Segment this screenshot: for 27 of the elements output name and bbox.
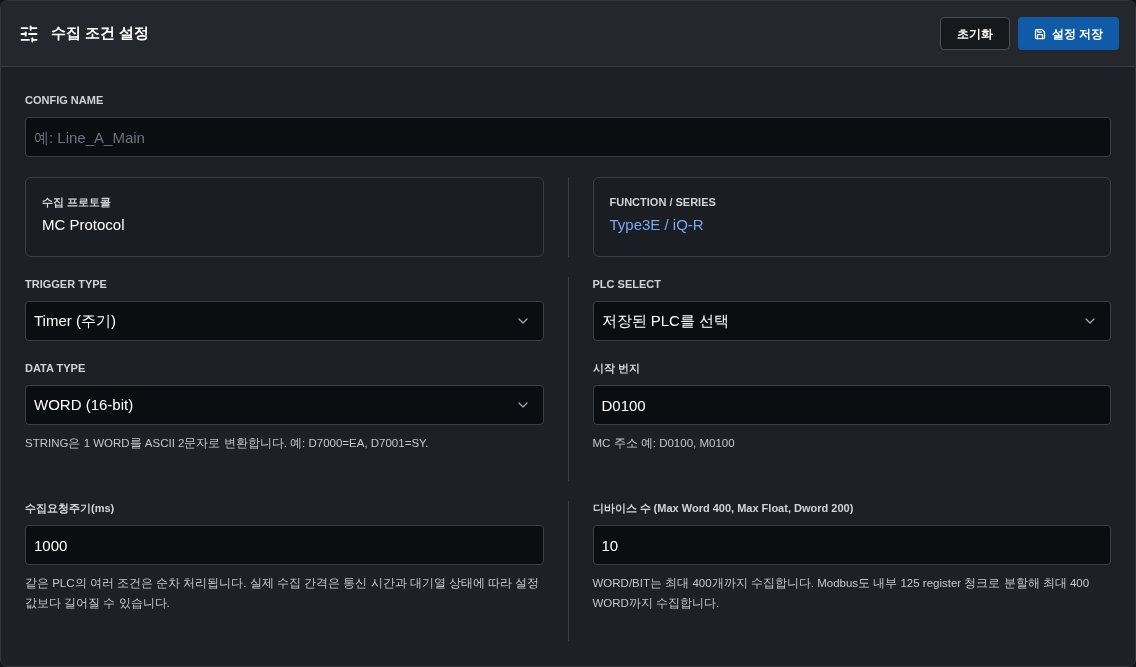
- help-text: 같은 PLC의 여러 조건은 순차 처리됩니다. 실제 수집 간격은 통신 시간과 대기열 상태에 따라 설정값보다 길어질 수 있습니다.: [25, 576, 541, 611]
- text-input[interactable]: 10: [592, 525, 1111, 565]
- panel-title: 수집 조건 설정: [51, 23, 150, 44]
- text-input[interactable]: 1000: [25, 525, 544, 565]
- field-label: TRIGGER TYPE: [25, 277, 108, 291]
- field-label: PLC SELECT: [592, 277, 662, 291]
- save-button[interactable]: 설정 저장: [1017, 17, 1119, 50]
- help-text: WORD/BIT는 최대 400개까지 수집합니다. Modbus도 내부 125 register 청크로 분할해 최대 400 WORD까지 수집합니다.: [592, 576, 1091, 611]
- dropdown[interactable]: Timer (주기): [25, 301, 544, 341]
- field-label: DATA TYPE: [25, 361, 87, 375]
- help-text: MC 주소 예: D0100, M0100: [592, 436, 736, 451]
- field-label: 디바이스 수 (Max Word 400, Max Float, Dword 200): [592, 501, 855, 515]
- card-value: Type3E / iQ-R: [609, 215, 705, 235]
- dropdown[interactable]: 저장된 PLC를 선택: [592, 301, 1111, 341]
- save-icon: [1033, 27, 1046, 40]
- help-text: STRING은 1 WORD를 ASCII 2문자로 변환합니다. 예: D7000=EA, D7001=SY.: [25, 436, 430, 451]
- field-label: 수집요청주기(ms): [25, 501, 116, 515]
- reset-button[interactable]: 초기화: [939, 17, 1010, 50]
- card-value: MC Protocol: [42, 215, 126, 235]
- dropdown[interactable]: WORD (16-bit): [25, 385, 544, 425]
- sliders-icon: [19, 23, 39, 44]
- text-input[interactable]: 예: Line_A_Main: [25, 117, 1111, 157]
- card-label: FUNCTION / SERIES: [609, 195, 717, 209]
- text-input[interactable]: D0100: [592, 385, 1111, 425]
- card-label: 수집 프로토콜: [42, 195, 113, 209]
- field-label: CONFIG NAME: [25, 93, 105, 107]
- field-label: 시작 번지: [592, 361, 641, 375]
